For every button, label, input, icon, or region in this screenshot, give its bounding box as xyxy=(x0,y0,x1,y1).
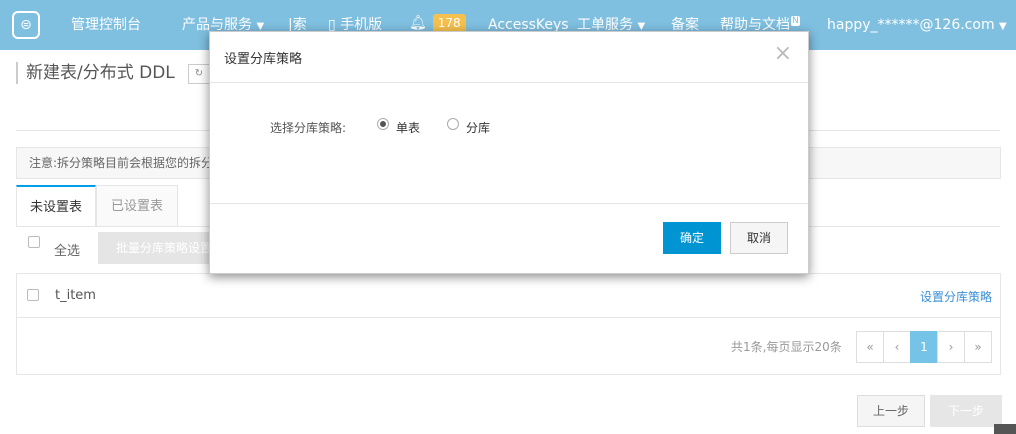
cancel-button[interactable]: 取消 xyxy=(730,222,788,254)
dialog-footer-divider xyxy=(210,203,808,204)
confirm-button[interactable]: 确定 xyxy=(663,222,721,254)
strategy-dialog: 设置分库策略 × 选择分库策略: 单表 分库 确定 取消 xyxy=(209,31,809,274)
strategy-label: 选择分库策略: xyxy=(270,121,347,135)
radio-single-table-label[interactable]: 单表 xyxy=(396,119,420,136)
radio-sharding-label[interactable]: 分库 xyxy=(466,119,490,136)
dialog-header-divider xyxy=(210,82,808,83)
radio-sharding[interactable] xyxy=(447,118,459,130)
dialog-title: 设置分库策略 xyxy=(224,52,303,67)
radio-single-table[interactable] xyxy=(377,118,389,130)
close-icon[interactable]: × xyxy=(774,42,792,66)
